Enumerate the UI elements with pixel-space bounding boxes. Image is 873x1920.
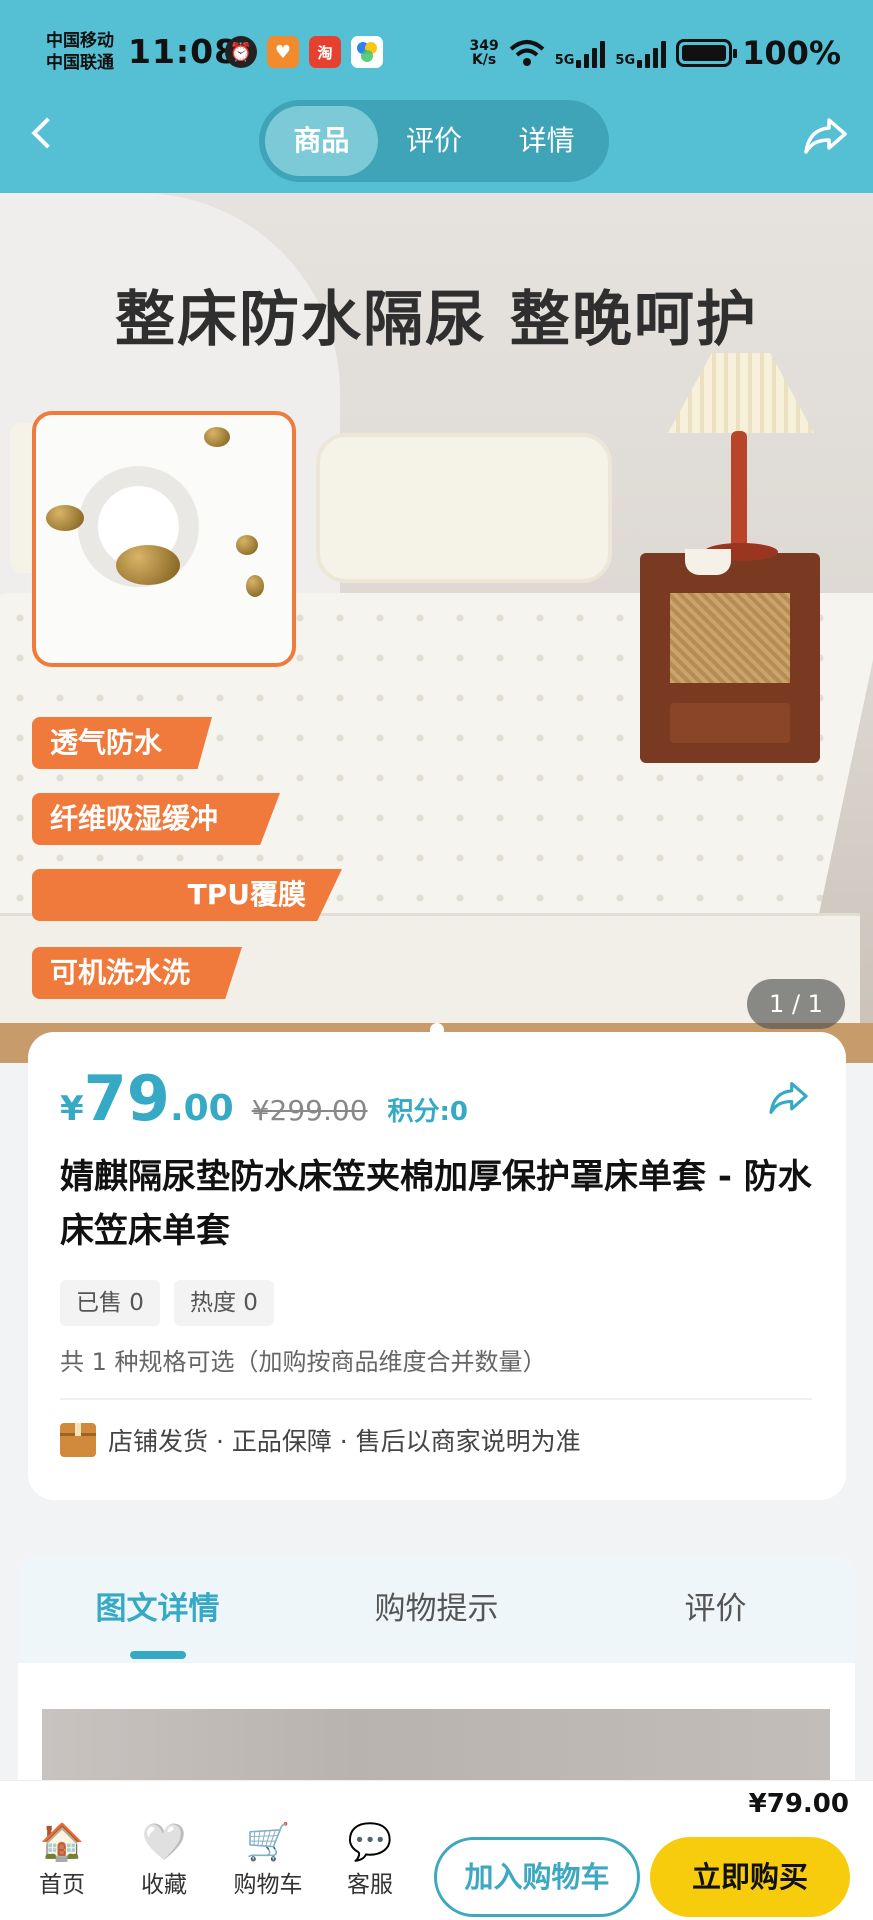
tab-product[interactable]: 商品 (265, 106, 378, 176)
nav-favorite[interactable]: 🤍 收藏 (124, 1821, 204, 1899)
network-speed: 349 K/s (469, 39, 498, 67)
net-speed-unit: K/s (471, 52, 497, 68)
spec-selector[interactable]: 共 1 种规格可选（加购按商品维度合并数量） (60, 1342, 547, 1377)
carrier-2: 中国联通 (46, 53, 114, 73)
net-type-1: 5G (554, 53, 575, 68)
pinwheel-app-icon (351, 36, 383, 68)
carrier-1: 中国移动 (46, 31, 114, 51)
price-row: ¥ 79 .00 ¥299.00 积分:0 (60, 1062, 468, 1135)
clock: 11:08 (128, 32, 239, 71)
system-status: 349 K/s 5G 5G 100% (469, 34, 841, 72)
alarm-icon: ⏰ (225, 36, 257, 68)
signal-2: 5G (615, 38, 667, 68)
liquid-drop (116, 545, 180, 585)
product-info-card: ¥ 79 .00 ¥299.00 积分:0 婧麒隔尿垫防水床笠夹棉加厚保护罩床单… (28, 1032, 846, 1500)
share-icon[interactable] (803, 116, 849, 160)
notification-icons: ⏰ ♥ 淘 (225, 36, 383, 68)
carrier-names: 中国移动 中国联通 (46, 30, 114, 74)
signal-1: 5G (555, 38, 606, 68)
wifi-icon (509, 40, 545, 66)
top-tabs: 商品 评价 详情 (259, 100, 609, 182)
status-bar: 中国移动 中国联通 11:08 ⏰ ♥ 淘 349 K/s 5G 5G 100% (0, 0, 873, 100)
nav-service[interactable]: 💬 客服 (330, 1821, 410, 1899)
cart-icon: 🛒 (245, 1822, 291, 1863)
net-type-2: 5G (615, 53, 636, 68)
price-integer: 79 (83, 1062, 170, 1135)
waterproof-closeup-image (32, 411, 296, 667)
back-icon[interactable] (31, 117, 63, 149)
image-counter: 1 / 1 (747, 979, 845, 1029)
tab-details[interactable]: 详情 (490, 106, 603, 176)
taobao-app-icon: 淘 (309, 36, 341, 68)
tab-image-details[interactable]: 图文详情 (18, 1555, 297, 1663)
net-speed-value: 349 (469, 38, 499, 54)
points: 积分:0 (387, 1097, 469, 1127)
heart-app-icon: ♥ (267, 36, 299, 68)
package-icon (60, 1423, 96, 1457)
bottom-price: ¥79.00 (748, 1789, 849, 1819)
liquid-drop (204, 427, 230, 447)
feature-badge: 纤维吸湿缓冲 (32, 793, 280, 845)
hero-headline: 整床防水隔尿 整晚呵护 (115, 285, 758, 355)
feature-badge: TPU覆膜 (32, 869, 342, 921)
liquid-drop (46, 505, 84, 531)
heart-icon: 🤍 (141, 1822, 187, 1863)
lamp-stem (731, 431, 747, 551)
battery-percent: 100% (742, 34, 841, 72)
signal-bars-icon (576, 38, 606, 68)
service-info: 店铺发货 · 正品保障 · 售后以商家说明为准 (60, 1422, 581, 1458)
buy-now-button[interactable]: 立即购买 (650, 1837, 850, 1917)
original-price: ¥299.00 (251, 1094, 368, 1127)
nav-cart-label: 购物车 (233, 1872, 303, 1898)
feature-badge: 可机洗水洗 (32, 947, 242, 999)
liquid-drop (246, 575, 264, 597)
nav-service-label: 客服 (347, 1872, 393, 1898)
nav-home[interactable]: 🏠 首页 (22, 1821, 102, 1899)
lamp-shade (668, 353, 814, 433)
nav-cart[interactable]: 🛒 购物车 (226, 1821, 310, 1899)
top-header: 中国移动 中国联通 11:08 ⏰ ♥ 淘 349 K/s 5G 5G 100%… (0, 0, 873, 193)
currency-symbol: ¥ (60, 1089, 84, 1129)
nightstand-shape (640, 553, 820, 763)
cup-shape (685, 549, 731, 575)
home-icon: 🏠 (39, 1822, 85, 1863)
nav-favorite-label: 收藏 (141, 1872, 187, 1898)
sold-count: 已售 0 (60, 1280, 160, 1326)
tab-reviews[interactable]: 评价 (378, 106, 491, 176)
tab-shopping-tips[interactable]: 购物提示 (297, 1555, 576, 1663)
signal-bars-icon (637, 38, 667, 68)
liquid-drop (236, 535, 258, 555)
product-image-carousel[interactable]: 整床防水隔尿 整晚呵护 透气防水 纤维吸湿缓冲 TPU覆膜 可机洗水洗 1 / … (0, 193, 873, 1063)
heat-count: 热度 0 (173, 1280, 274, 1326)
share-icon[interactable] (768, 1080, 810, 1120)
stats-tags: 已售 0 热度 0 (60, 1280, 274, 1326)
feature-badge: 透气防水 (32, 717, 212, 769)
chat-icon: 💬 (347, 1822, 393, 1863)
detail-tabs: 图文详情 购物提示 评价 (18, 1555, 855, 1663)
battery-icon (676, 39, 738, 67)
tab-detail-reviews[interactable]: 评价 (576, 1555, 855, 1663)
price-decimal: .00 (169, 1088, 234, 1129)
add-to-cart-button[interactable]: 加入购物车 (434, 1837, 640, 1917)
pillow-shape (316, 433, 612, 583)
service-text: 店铺发货 · 正品保障 · 售后以商家说明为准 (108, 1427, 581, 1456)
bottom-action-bar: 🏠 首页 🤍 收藏 🛒 购物车 💬 客服 ¥79.00 加入购物车 立即购买 (0, 1780, 873, 1920)
divider (60, 1398, 812, 1400)
product-title: 婧麒隔尿垫防水床笠夹棉加厚保护罩床单套 - 防水床笠床单套 (60, 1157, 812, 1251)
nav-home-label: 首页 (39, 1872, 85, 1898)
